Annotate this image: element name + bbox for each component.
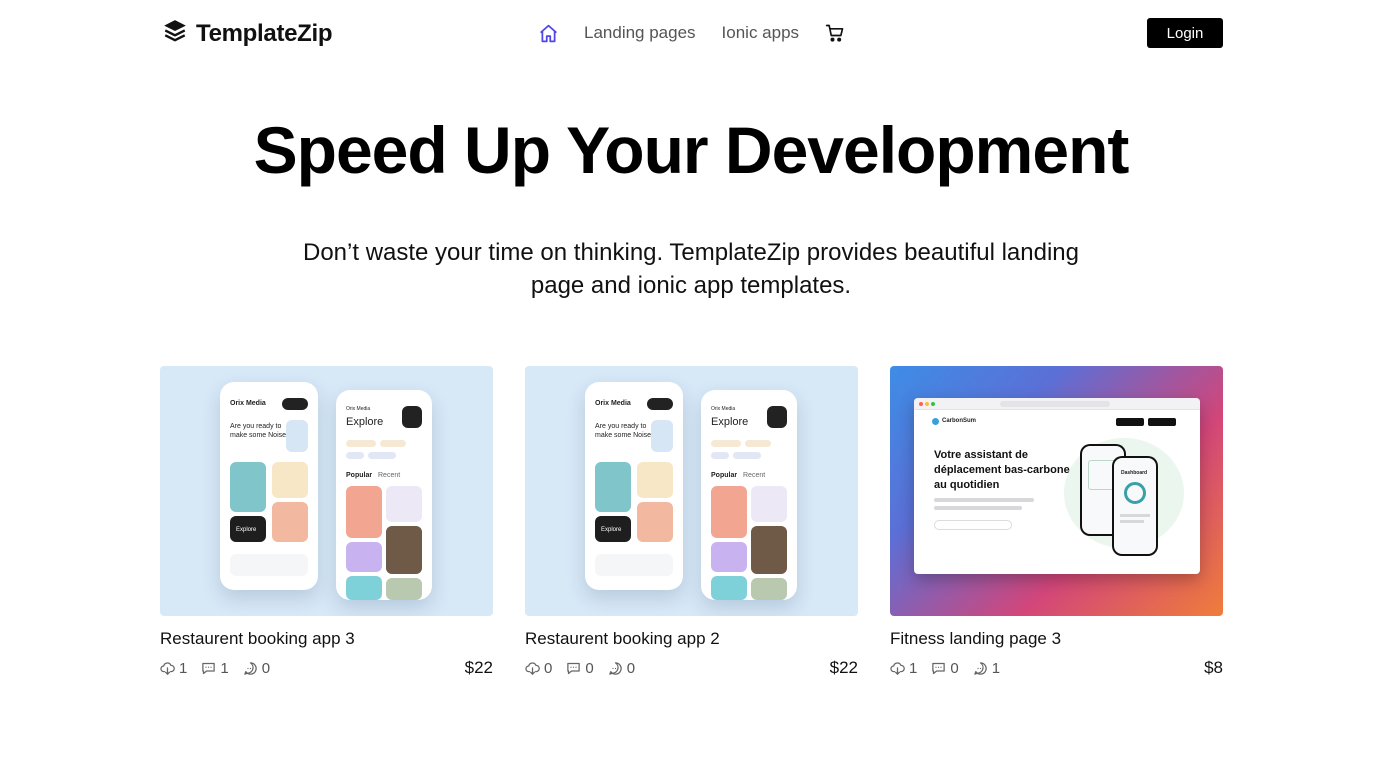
phone-mockup: Dashboard xyxy=(1112,456,1158,556)
mockup-explore: Explore xyxy=(346,416,384,428)
card-title[interactable]: Restaurent booking app 2 xyxy=(525,629,858,651)
comment-icon xyxy=(567,662,581,674)
card-title[interactable]: Fitness landing page 3 xyxy=(890,629,1223,651)
download-icon xyxy=(890,661,905,675)
card-price: $22 xyxy=(464,658,493,677)
mockup-brand: Orix Media xyxy=(711,406,736,412)
download-count: 1 xyxy=(890,660,917,677)
template-thumbnail[interactable]: Orix Media Are you ready to make some No… xyxy=(160,366,493,616)
hero-title: Speed Up Your Development xyxy=(253,113,1130,187)
message-count: 1 xyxy=(973,660,1000,677)
mockup-dashboard: Dashboard xyxy=(1121,470,1148,476)
template-thumbnail[interactable]: CarbonSum Votre assistant de déplacement… xyxy=(890,366,1223,616)
mockup-tagline: Are you ready to make some Noise xyxy=(230,423,287,439)
mockup-popular: Popular xyxy=(711,472,738,479)
download-count: 1 xyxy=(160,660,187,677)
mockup-brand: Orix Media xyxy=(230,400,266,407)
message-count-value: 1 xyxy=(991,659,1001,677)
template-card[interactable]: Orix Media Are you ready to make some No… xyxy=(160,366,493,678)
message-count: 0 xyxy=(243,660,270,677)
browser-mockup: CarbonSum Votre assistant de déplacement… xyxy=(914,398,1200,574)
mockup-tagline: Are you ready to make some Noise xyxy=(595,423,652,439)
mockup-brand: Orix Media xyxy=(595,400,631,407)
mockup-button: Explore xyxy=(236,527,257,533)
download-icon xyxy=(160,661,175,675)
brand-logo[interactable]: TemplateZip xyxy=(162,18,333,49)
card-price: $8 xyxy=(1204,658,1223,677)
comment-count-value: 1 xyxy=(220,659,229,677)
download-count-value: 0 xyxy=(544,659,553,677)
comment-count-value: 0 xyxy=(585,659,594,677)
hero-subtitle: Don’t waste your time on thinking. Templ… xyxy=(303,239,1079,299)
mockup-headline: Votre assistant de déplacement bas-carbo… xyxy=(934,449,1070,491)
mockup-recent: Recent xyxy=(378,472,401,479)
mockup-button: Explore xyxy=(601,527,622,533)
card-price: $22 xyxy=(829,658,858,677)
message-icon xyxy=(973,661,987,675)
template-thumbnail[interactable]: Orix Media Are you ready to make some No… xyxy=(525,366,858,616)
nav-link-ionic-apps[interactable]: Ionic apps xyxy=(722,23,800,43)
mockup-brand: Orix Media xyxy=(346,406,371,412)
download-count-value: 1 xyxy=(909,659,918,677)
main-nav: Landing pages Ionic apps xyxy=(538,20,847,46)
template-card[interactable]: Orix Media Are you ready to make some No… xyxy=(525,366,858,678)
comment-icon xyxy=(202,662,216,674)
message-icon xyxy=(243,661,257,675)
mockup-brand: CarbonSum xyxy=(942,418,977,424)
comment-count: 1 xyxy=(201,659,229,677)
message-icon xyxy=(608,661,622,675)
message-count-value: 0 xyxy=(261,659,271,677)
mockup-popular: Popular xyxy=(346,472,373,479)
card-stats: 0 0 0 $22 xyxy=(525,658,858,678)
message-count: 0 xyxy=(608,660,635,677)
home-icon[interactable] xyxy=(538,22,560,44)
cart-icon[interactable] xyxy=(825,22,847,44)
download-count-value: 1 xyxy=(179,659,188,677)
layers-logo-icon xyxy=(162,18,188,49)
login-button[interactable]: Login xyxy=(1147,18,1223,48)
comment-icon xyxy=(932,662,946,674)
phone-mockup: Orix Media Are you ready to make some No… xyxy=(220,382,318,590)
comment-count-value: 0 xyxy=(950,659,959,677)
card-title[interactable]: Restaurent booking app 3 xyxy=(160,629,493,651)
phone-mockup: Orix Media Explore Popular Recent xyxy=(336,390,432,600)
phone-mockup: Orix Media Explore Popular Recent xyxy=(701,390,797,600)
mockup-recent: Recent xyxy=(743,472,766,479)
card-stats: 1 0 1 $8 xyxy=(890,658,1223,678)
comment-count: 0 xyxy=(566,659,594,677)
download-count: 0 xyxy=(525,660,552,677)
brand-name: TemplateZip xyxy=(196,19,333,47)
template-card[interactable]: CarbonSum Votre assistant de déplacement… xyxy=(890,366,1223,678)
card-stats: 1 1 0 $22 xyxy=(160,658,493,678)
message-count-value: 0 xyxy=(626,659,636,677)
phone-mockup: Orix Media Are you ready to make some No… xyxy=(585,382,683,590)
nav-link-landing-pages[interactable]: Landing pages xyxy=(584,23,696,43)
top-navbar: TemplateZip Landing pages Ionic apps Log… xyxy=(0,0,1382,66)
comment-count: 0 xyxy=(931,659,959,677)
download-icon xyxy=(525,661,540,675)
mockup-explore: Explore xyxy=(711,416,749,428)
